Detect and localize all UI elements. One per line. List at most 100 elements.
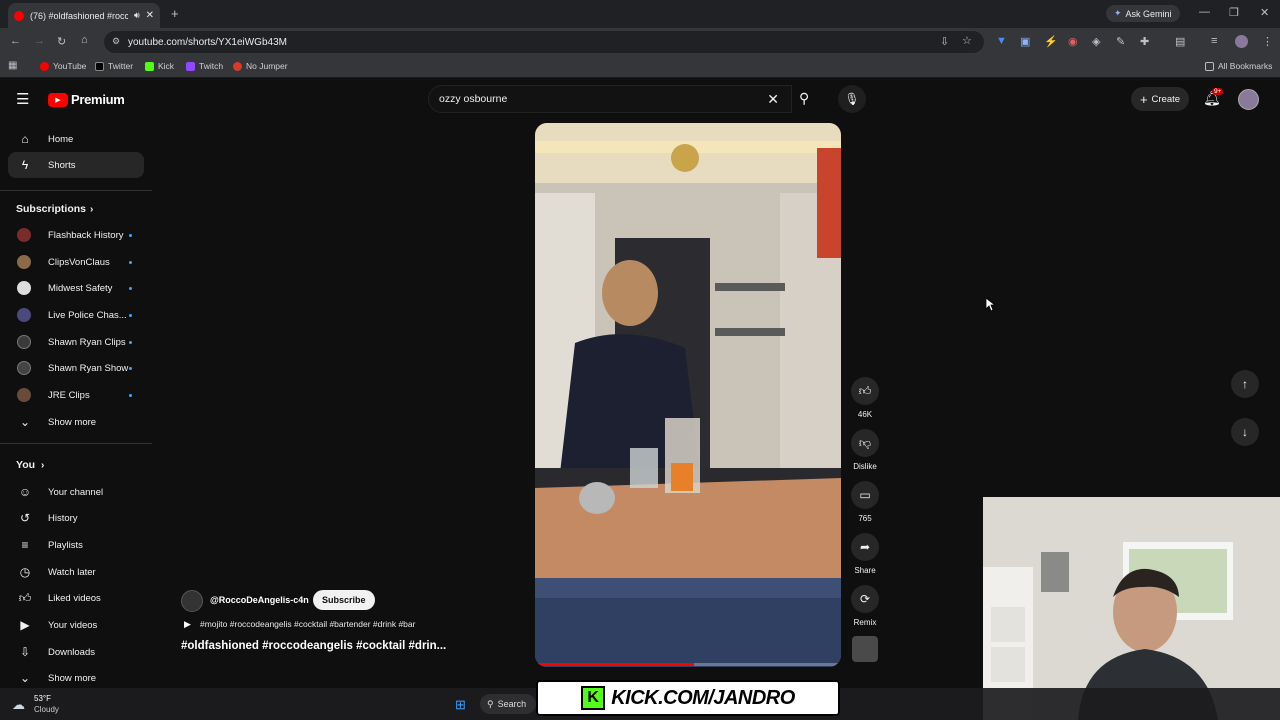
new-content-dot [129, 366, 132, 370]
next-short-button[interactable]: ↓ [1231, 418, 1259, 446]
forward-icon[interactable]: → [34, 35, 45, 47]
minimize-icon[interactable]: — [1199, 6, 1210, 18]
bookmark-kick[interactable]: Kick [145, 61, 174, 71]
sidebar-sub-item[interactable]: Shawn Ryan Clips [0, 329, 150, 355]
sidebar-item-liked-videos[interactable]: 👍︎ Liked videos [0, 585, 150, 611]
taskbar-search[interactable]: ⚲ Search [480, 694, 536, 714]
remix-action[interactable]: ⟳ Remix [849, 585, 881, 627]
share-action[interactable]: ➦ Share [849, 533, 881, 575]
tab-close-icon[interactable]: ✕ [146, 10, 154, 21]
clear-search-icon[interactable]: ✕ [767, 91, 779, 108]
weather-temp[interactable]: 53°F [34, 694, 51, 703]
sidebar-item-your-videos[interactable]: ▶ Your videos [0, 612, 150, 638]
new-content-dot [129, 340, 132, 344]
chrome-menu-icon[interactable]: ⋮ [1262, 35, 1273, 48]
sidebar-item-history[interactable]: ↺ History [0, 505, 150, 531]
channel-avatar [17, 308, 31, 322]
extension-4-icon[interactable]: ◉ [1068, 35, 1078, 48]
gemini-icon: ✦ [1114, 8, 1122, 18]
dislike-action[interactable]: 👎︎ Dislike [849, 429, 881, 471]
media-icon[interactable]: ≡ [1211, 35, 1217, 47]
extension-6-icon[interactable]: ✎ [1116, 35, 1125, 48]
like-action[interactable]: 👍︎ 46K [849, 377, 881, 419]
extension-1-icon[interactable]: ▼ [996, 35, 1007, 47]
all-bookmarks[interactable]: All Bookmarks [1205, 61, 1272, 71]
restore-icon[interactable]: ❐ [1229, 6, 1239, 19]
tab-title: (76) #oldfashioned #roccod [30, 10, 128, 21]
back-icon[interactable]: ← [10, 35, 21, 47]
url-field[interactable]: ⚙ youtube.com/shorts/YX1eiWGb43M [104, 31, 984, 53]
extensions-puzzle-icon[interactable]: ✚ [1140, 35, 1149, 48]
you-header[interactable]: You › [0, 452, 150, 478]
profile-avatar[interactable] [1235, 35, 1248, 48]
remix-icon: ⟳ [851, 585, 879, 613]
chevron-right-icon: › [90, 203, 94, 215]
short-video-player[interactable] [535, 123, 841, 667]
window-close-icon[interactable]: ✕ [1260, 6, 1269, 19]
sidebar-sub-item[interactable]: Flashback History [0, 222, 150, 248]
sidebar-sub-item[interactable]: JRE Clips [0, 382, 150, 408]
user-icon: ☺ [18, 485, 32, 499]
x-icon [95, 61, 104, 71]
ask-gemini-button[interactable]: ✦ Ask Gemini [1106, 5, 1180, 22]
hamburger-menu-icon[interactable]: ☰ [16, 90, 29, 108]
speaker-icon[interactable]: 🔊︎ [134, 10, 140, 21]
install-icon[interactable]: ⇩ [940, 35, 949, 48]
sidebar-sub-item[interactable]: Midwest Safety [0, 275, 150, 301]
create-button[interactable]: + Create [1131, 87, 1189, 111]
arrow-up-icon: ↑ [1242, 377, 1248, 391]
account-avatar[interactable] [1238, 89, 1259, 110]
browser-tab[interactable]: (76) #oldfashioned #roccod 🔊︎ ✕ [8, 3, 160, 28]
channel-handle[interactable]: @RoccoDeAngelis-c4n [210, 595, 309, 605]
show-more-subscriptions[interactable]: ⌄ Show more [0, 409, 150, 435]
search-button[interactable]: ⚲ [792, 85, 822, 113]
twitch-icon [186, 61, 195, 71]
new-content-dot [129, 393, 132, 397]
sidebar-item-downloads[interactable]: ⇩ Downloads [0, 639, 150, 665]
webcam-frame [983, 497, 1280, 720]
reload-icon[interactable]: ↻ [57, 35, 66, 48]
chevron-right-icon: › [41, 459, 45, 471]
sidebar-item-shorts[interactable]: ϟ Shorts [8, 152, 144, 178]
sidebar-item-playlists[interactable]: ≡ Playlists [0, 532, 150, 558]
browser-tab-bar: (76) #oldfashioned #roccod 🔊︎ ✕ + ✦ Ask … [0, 0, 1280, 28]
site-info-icon[interactable]: ⚙ [112, 36, 120, 47]
short-title: #oldfashioned #roccodeangelis #cocktail … [181, 640, 447, 652]
extension-3-icon[interactable]: ⚡ [1044, 35, 1058, 48]
bookmark-nojumper[interactable]: No Jumper [233, 61, 288, 71]
chevron-down-icon: ⌄ [19, 415, 31, 429]
channel-avatar[interactable] [181, 590, 203, 612]
sidebar-sub-item[interactable]: Shawn Ryan Show [0, 355, 150, 381]
bookmark-youtube[interactable]: YouTube [40, 61, 86, 71]
apps-grid-icon[interactable]: ▦ [8, 60, 17, 71]
bookmark-star-icon[interactable]: ☆ [962, 34, 972, 47]
youtube-logo-icon: ▶ [48, 92, 68, 107]
short-tags[interactable]: #mojito #roccodeangelis #cocktail #barte… [200, 619, 415, 629]
extension-5-icon[interactable]: ◈ [1092, 35, 1100, 48]
sidebar-item-watch-later[interactable]: ◷ Watch later [0, 559, 150, 585]
home-icon[interactable]: ⌂ [81, 34, 88, 46]
comments-action[interactable]: ▭ 765 [849, 481, 881, 523]
previous-short-button[interactable]: ↑ [1231, 370, 1259, 398]
bookmark-twitter[interactable]: Twitter [95, 61, 133, 71]
youtube-logo[interactable]: ▶ Premium [48, 92, 125, 107]
subscribe-button[interactable]: Subscribe [313, 590, 375, 610]
video-progress-bar[interactable] [537, 663, 839, 666]
sidepanel-icon[interactable]: ▤ [1175, 35, 1185, 48]
sidebar-sub-item[interactable]: Live Police Chas... [0, 302, 150, 328]
voice-search-icon[interactable]: 🎙︎ [838, 85, 866, 113]
sidebar-item-your-channel[interactable]: ☺ Your channel [0, 479, 150, 505]
extension-2-icon[interactable]: ▣ [1020, 35, 1030, 48]
subscriptions-header[interactable]: Subscriptions › [0, 196, 150, 222]
sound-thumbnail[interactable] [852, 636, 878, 662]
folder-icon [1205, 61, 1214, 71]
new-tab-icon[interactable]: + [171, 6, 179, 21]
new-content-dot [129, 286, 132, 290]
sidebar-item-home[interactable]: ⌂ Home [0, 126, 150, 152]
mouse-cursor-icon [986, 298, 996, 312]
thumbs-up-icon: 👍︎ [18, 591, 32, 605]
sidebar-sub-item[interactable]: ClipsVonClaus [0, 249, 150, 275]
windows-start-icon[interactable]: ⊞ [455, 697, 466, 713]
bookmark-twitch[interactable]: Twitch [186, 61, 223, 71]
search-input[interactable]: ozzy osbourne ✕ [428, 85, 792, 113]
